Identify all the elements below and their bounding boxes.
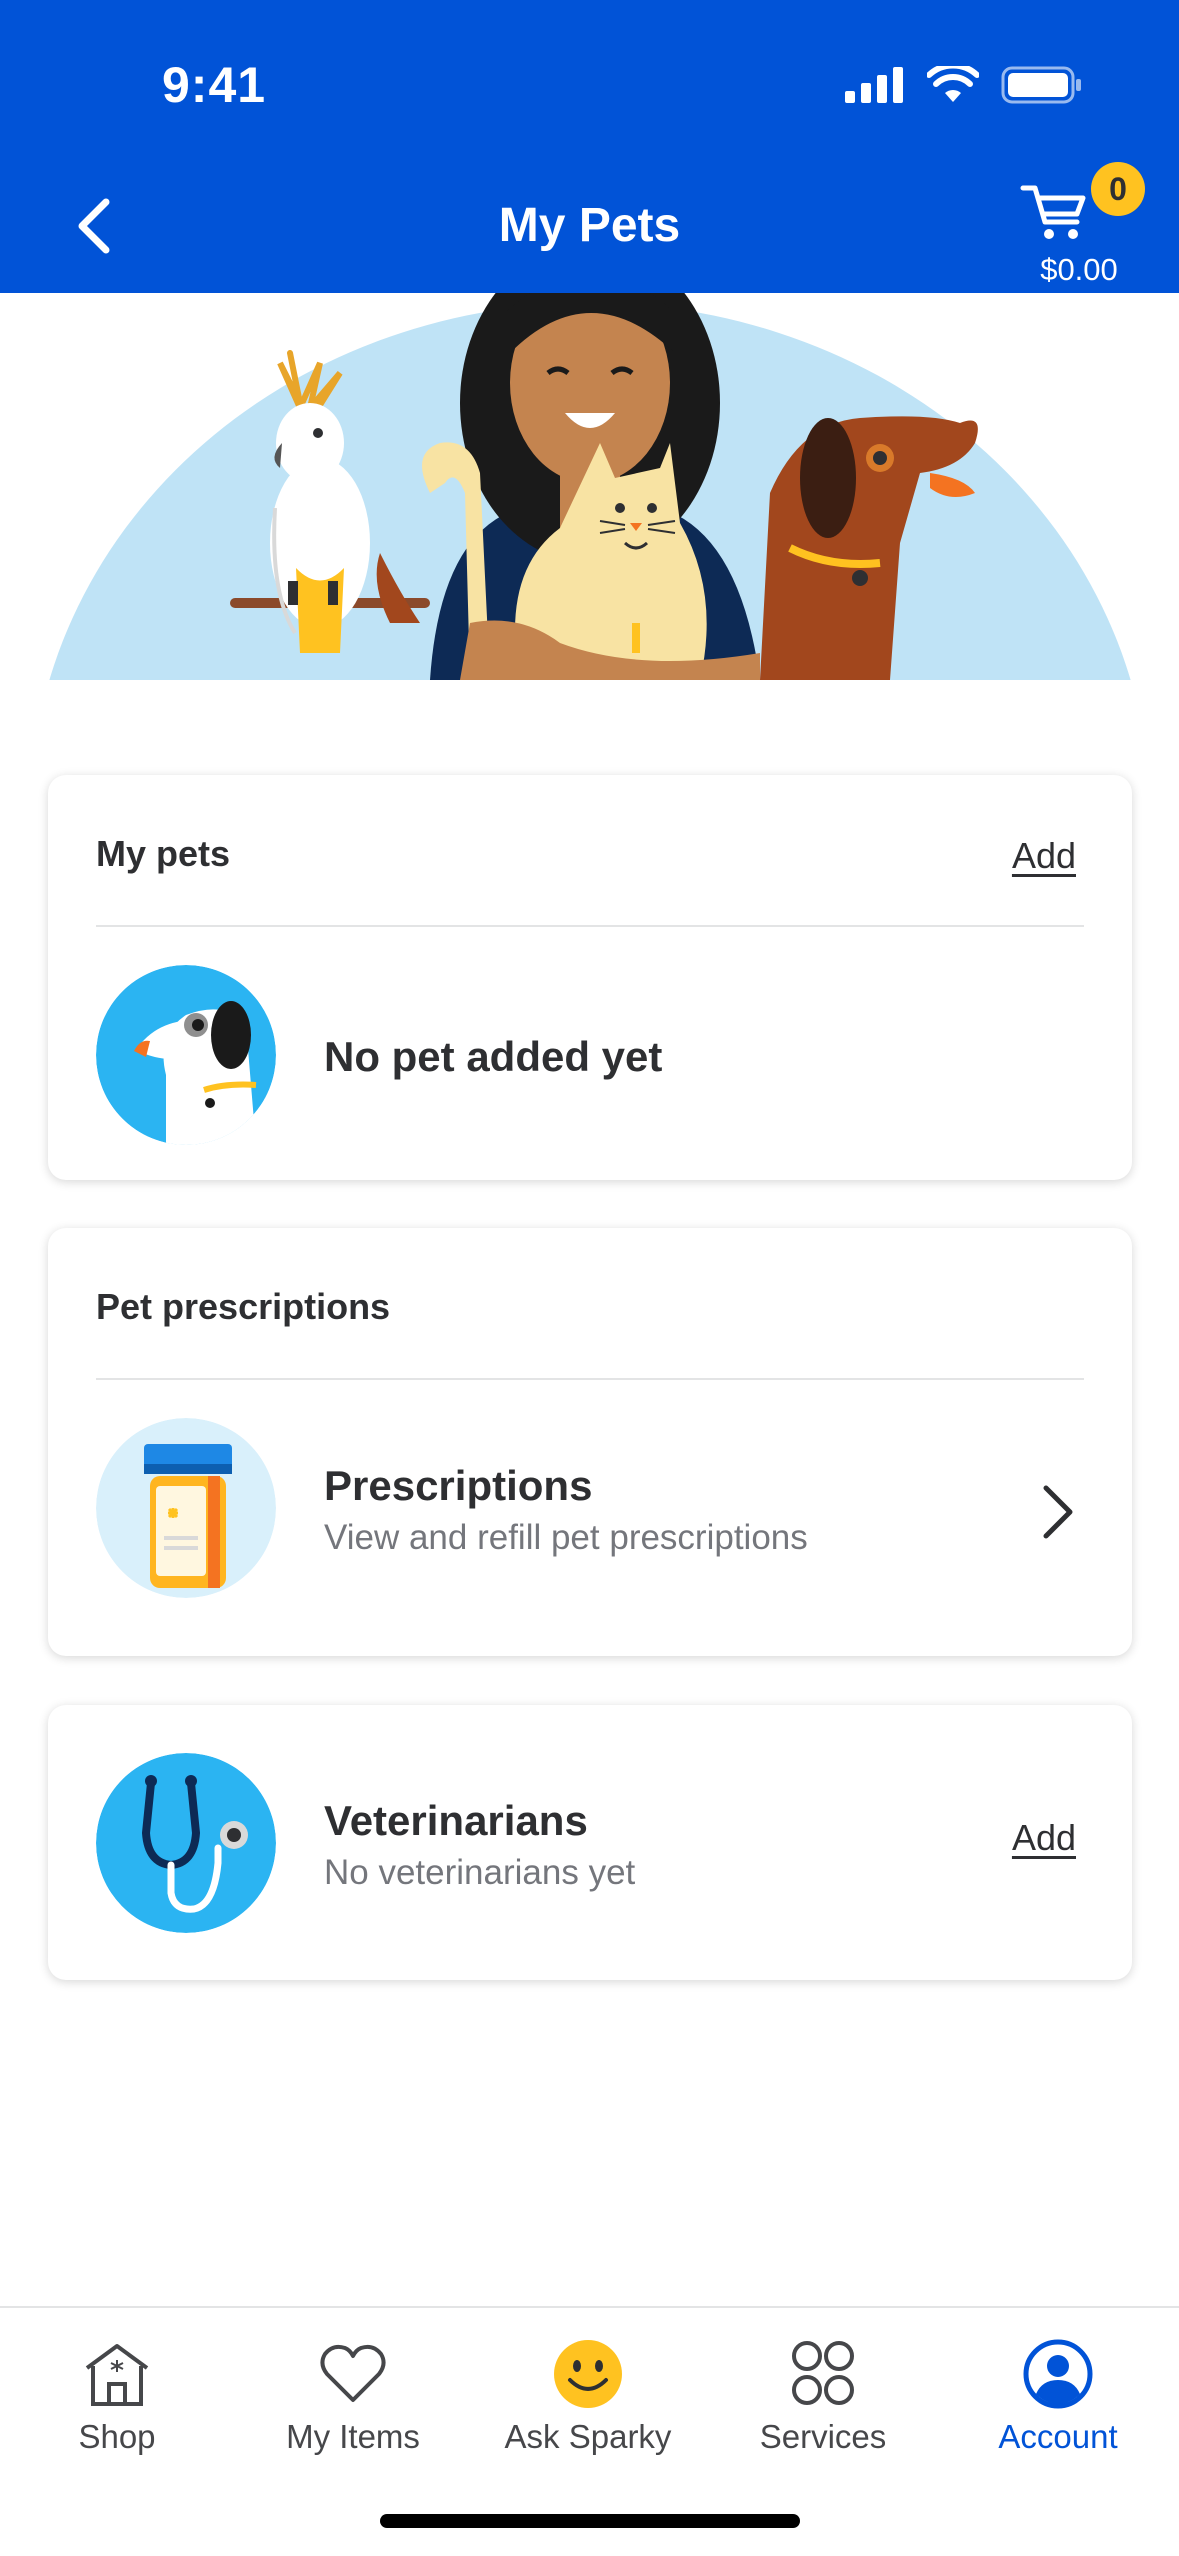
pet-placeholder-avatar: [96, 965, 276, 1145]
pet-prescriptions-title: Pet prescriptions: [96, 1286, 391, 1327]
prescription-bottle-avatar: [96, 1418, 276, 1598]
nav-label: Shop: [78, 2418, 156, 2455]
nav-account[interactable]: Account: [958, 2338, 1158, 2456]
pill-bottle-icon: [96, 1418, 276, 1598]
cart-count-badge: 0: [1091, 162, 1145, 216]
account-icon: [1023, 2339, 1093, 2409]
veterinarians-subtitle: No veterinarians yet: [324, 1853, 636, 1892]
prescriptions-title: Prescriptions: [324, 1462, 593, 1509]
smiley-icon: [554, 2340, 622, 2408]
cart-button[interactable]: 0 $0.00: [1019, 162, 1145, 290]
pets-hero-illustration: [0, 293, 1179, 680]
my-pets-title: My pets: [96, 833, 231, 874]
nav-my-items[interactable]: My Items: [253, 2338, 453, 2456]
divider: [96, 925, 1084, 927]
nav-label: Account: [998, 2418, 1118, 2455]
my-pets-card: My pets Add No pet added yet: [48, 775, 1132, 1180]
veterinarian-avatar: [96, 1753, 276, 1933]
divider: [96, 1378, 1084, 1380]
status-time: 9:41: [162, 57, 267, 113]
no-pet-text: No pet added yet: [324, 1033, 663, 1080]
grid-circles-icon: [792, 2341, 854, 2405]
nav-services[interactable]: Services: [723, 2338, 923, 2456]
prescriptions-subtitle: View and refill pet prescriptions: [324, 1518, 808, 1557]
nav-shop[interactable]: Shop: [17, 2338, 217, 2456]
stethoscope-icon: [96, 1753, 276, 1933]
page-title: My Pets: [498, 199, 681, 252]
dog-placeholder-icon: [96, 965, 276, 1145]
add-pet-link[interactable]: Add: [1012, 835, 1076, 877]
home-indicator: [380, 2514, 800, 2528]
status-icons: [845, 66, 1083, 104]
cart-total: $0.00: [1040, 252, 1118, 287]
app-header: 9:41 My Pets 0 $0.00: [0, 0, 1179, 293]
heart-icon: [320, 2344, 386, 2402]
battery-icon: [1001, 66, 1081, 104]
veterinarians-card: Veterinarians No veterinarians yet Add: [48, 1705, 1132, 1980]
prescriptions-row[interactable]: Prescriptions View and refill pet prescr…: [48, 1418, 1132, 1608]
nav-label: Ask Sparky: [504, 2418, 672, 2455]
cart-icon: [1020, 185, 1086, 239]
cellular-signal-icon: [845, 67, 903, 103]
nav-label: Services: [759, 2418, 887, 2455]
nav-ask-sparky[interactable]: Ask Sparky: [488, 2338, 688, 2456]
hero-banner: [0, 293, 1179, 680]
chevron-right-icon: [1043, 1485, 1073, 1539]
pet-prescriptions-card: Pet prescriptions Prescriptions View and…: [48, 1228, 1132, 1656]
wifi-icon: [927, 66, 979, 102]
add-veterinarian-link[interactable]: Add: [1012, 1817, 1076, 1859]
store-icon: [85, 2344, 149, 2406]
nav-label: My Items: [286, 2418, 420, 2455]
veterinarians-title: Veterinarians: [324, 1797, 588, 1844]
